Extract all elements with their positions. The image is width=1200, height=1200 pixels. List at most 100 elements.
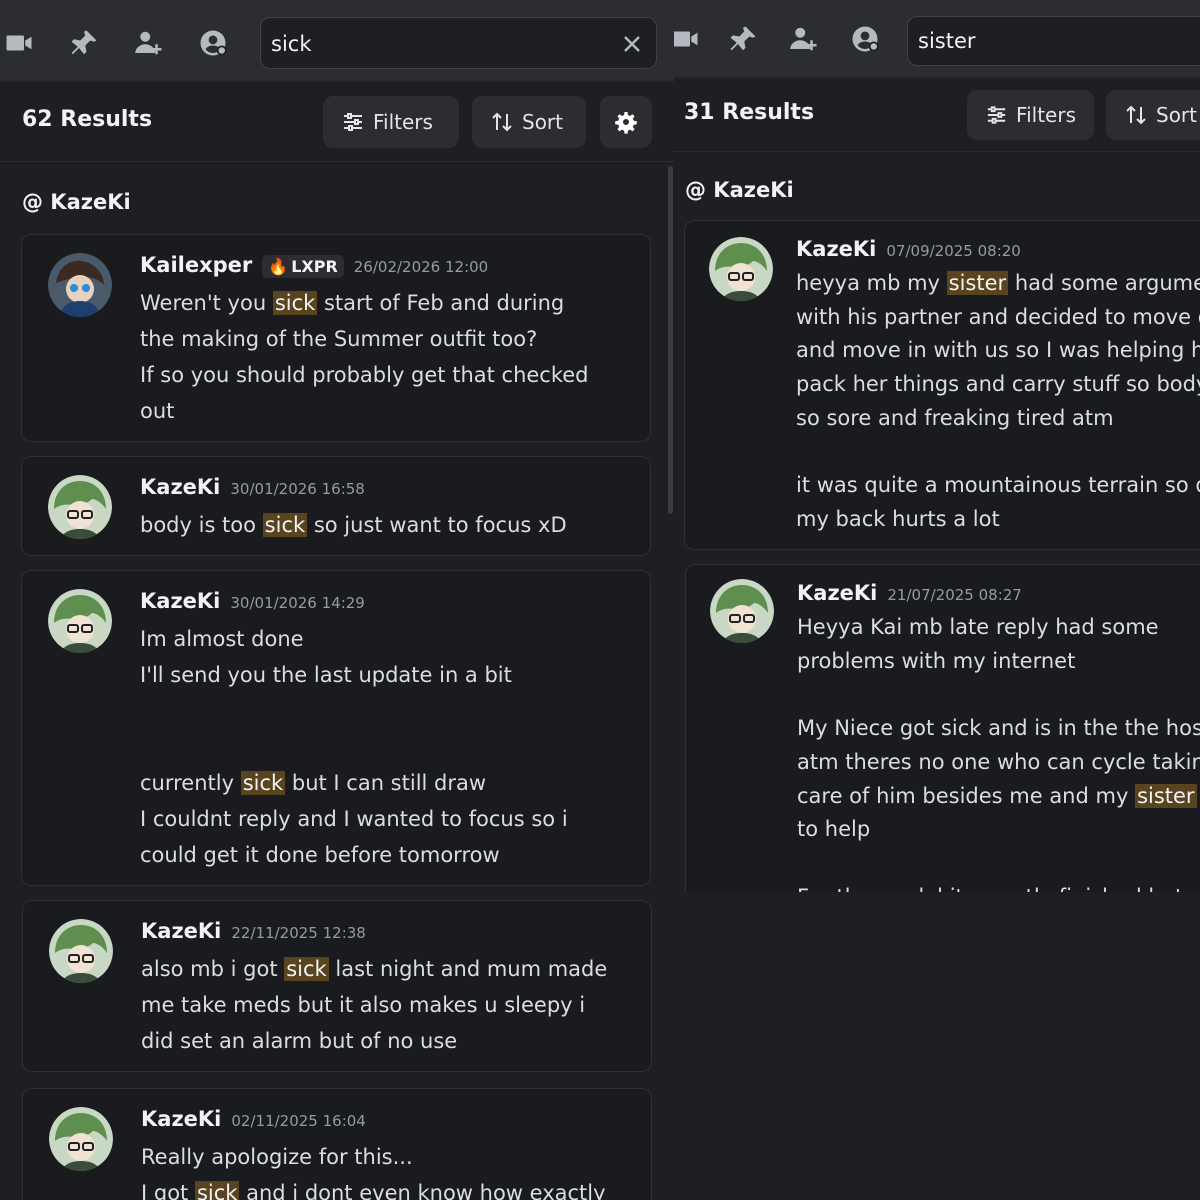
text-line: Weren't you sick start of Feb and during bbox=[140, 285, 589, 321]
text: last night and mum made bbox=[328, 957, 608, 981]
text: had some argument bbox=[1014, 271, 1200, 295]
text-line: currently sick but I can still draw bbox=[140, 765, 568, 801]
scrollbar[interactable] bbox=[668, 166, 673, 514]
text-line: so sore and freaking tired atm bbox=[796, 405, 1114, 430]
avatar[interactable] bbox=[48, 475, 112, 539]
message-card[interactable]: KazeKi 07/09/2025 08:20 heyya mb my sist… bbox=[684, 220, 1200, 550]
pin-icon[interactable] bbox=[67, 26, 101, 60]
results-bar: 62 Results Filters Sort bbox=[0, 82, 674, 162]
timestamp: 21/07/2025 08:27 bbox=[887, 586, 1022, 604]
search-pane-right: 31 Results Filters Sort @ KazeKi KazeKi … bbox=[674, 0, 1200, 892]
text-line: I'll send you the last update in a bit bbox=[140, 663, 512, 687]
message-text: heyya mb my sister had some argument wit… bbox=[796, 267, 1200, 537]
text-line bbox=[140, 729, 568, 765]
avatar[interactable] bbox=[710, 579, 774, 643]
settings-button[interactable] bbox=[600, 96, 652, 148]
text: heyya mb my bbox=[796, 271, 947, 295]
text: currently bbox=[140, 771, 241, 795]
search-box[interactable] bbox=[260, 17, 657, 69]
filters-label: Filters bbox=[1016, 103, 1076, 127]
sort-label: Sort bbox=[522, 110, 563, 134]
text-line bbox=[140, 693, 568, 729]
toolbar bbox=[674, 0, 1200, 78]
avatar[interactable] bbox=[709, 237, 773, 301]
message-card[interactable]: KazeKi 21/07/2025 08:27 Heyya Kai mb lat… bbox=[685, 564, 1200, 892]
message-text: body is too sick so just want to focus x… bbox=[140, 507, 567, 543]
search-highlight: sick bbox=[272, 291, 318, 315]
tag-label: LXPR bbox=[291, 257, 338, 276]
author-name[interactable]: KazeKi bbox=[796, 237, 876, 261]
text-line: to help bbox=[797, 817, 871, 842]
author-name[interactable]: Kailexper bbox=[140, 253, 252, 277]
sort-button[interactable]: Sort bbox=[1106, 90, 1200, 140]
text-line: Im almost done bbox=[140, 627, 304, 651]
message-text: Really apologize for this... I got sick … bbox=[141, 1139, 606, 1200]
text-line bbox=[796, 436, 1200, 470]
clear-icon[interactable] bbox=[620, 32, 644, 56]
message-card[interactable]: Kailexper 🔥 LXPR 26/02/2026 12:00 Weren't… bbox=[21, 234, 651, 442]
avatar[interactable] bbox=[48, 253, 112, 317]
empty-area bbox=[674, 892, 1200, 1200]
message-card[interactable]: KazeKi 30/01/2026 16:58 body is too sick… bbox=[21, 456, 651, 556]
filters-button[interactable]: Filters bbox=[323, 96, 459, 148]
search-box[interactable] bbox=[907, 16, 1200, 66]
text: also mb i got bbox=[141, 957, 285, 981]
video-icon[interactable] bbox=[674, 22, 702, 56]
author-name[interactable]: KazeKi bbox=[140, 475, 220, 499]
timestamp: 02/11/2025 16:04 bbox=[231, 1112, 366, 1130]
add-friend-icon[interactable] bbox=[132, 26, 166, 60]
text-line: me take meds but it also makes u sleepy … bbox=[141, 993, 586, 1017]
author-name[interactable]: KazeKi bbox=[140, 589, 220, 613]
avatar[interactable] bbox=[49, 919, 113, 983]
message-card[interactable]: KazeKi 30/01/2026 14:29 Im almost done I… bbox=[21, 570, 651, 886]
flame-icon: 🔥 bbox=[268, 257, 289, 276]
text-line: If so you should probably get that check… bbox=[140, 363, 589, 387]
text-line: problems with my internet bbox=[797, 648, 1076, 673]
text-line: did set an alarm but of no use bbox=[141, 1029, 458, 1053]
author-name[interactable]: KazeKi bbox=[141, 919, 221, 943]
text-line: could get it done before tomorrow bbox=[140, 843, 500, 867]
text-line: heyya mb my sister had some argument bbox=[796, 267, 1200, 301]
text: care of him besides me and my bbox=[797, 783, 1136, 808]
avatar[interactable] bbox=[48, 589, 112, 653]
results-count: 31 Results bbox=[684, 100, 815, 125]
search-input[interactable] bbox=[918, 27, 1200, 55]
text-line: body is too sick so just want to focus x… bbox=[140, 507, 567, 543]
profile-icon[interactable] bbox=[848, 22, 882, 56]
search-highlight: sick bbox=[240, 771, 286, 795]
profile-icon[interactable] bbox=[196, 26, 230, 60]
user-tag: 🔥 LXPR bbox=[262, 255, 344, 278]
sort-label: Sort bbox=[1156, 103, 1197, 127]
text-line bbox=[797, 847, 1200, 881]
avatar[interactable] bbox=[49, 1107, 113, 1171]
message-card[interactable]: KazeKi 02/11/2025 16:04 Really apologize… bbox=[22, 1088, 652, 1200]
timestamp: 07/09/2025 08:20 bbox=[886, 242, 1021, 260]
search-input[interactable] bbox=[271, 30, 601, 58]
message-text: Heyya Kai mb late reply had some problem… bbox=[797, 611, 1200, 892]
results-count: 62 Results bbox=[22, 107, 153, 132]
video-icon[interactable] bbox=[2, 26, 36, 60]
text: I got bbox=[141, 1181, 195, 1200]
author-name[interactable]: KazeKi bbox=[797, 581, 877, 605]
text-line: my back hurts a lot bbox=[796, 506, 1000, 531]
text-line: Heyya Kai mb late reply had some bbox=[797, 615, 1159, 639]
message-card[interactable]: KazeKi 22/11/2025 12:38 also mb i got si… bbox=[22, 900, 652, 1072]
author-name[interactable]: KazeKi bbox=[141, 1107, 221, 1131]
add-friend-icon[interactable] bbox=[787, 22, 821, 56]
toolbar bbox=[0, 0, 674, 82]
text-line: I got sick and i dont even know how exac… bbox=[141, 1175, 606, 1200]
text-line: care of him besides me and my sister I l bbox=[797, 780, 1200, 814]
text-line: with his partner and decided to move o bbox=[796, 304, 1200, 329]
search-highlight: sister bbox=[946, 271, 1009, 295]
text-line: I couldnt reply and I wanted to focus so… bbox=[140, 807, 568, 831]
sort-icon bbox=[1126, 105, 1146, 125]
pin-icon[interactable] bbox=[726, 22, 760, 56]
timestamp: 30/01/2026 16:58 bbox=[230, 480, 365, 498]
sort-button[interactable]: Sort bbox=[472, 96, 586, 148]
message-text: Im almost done I'll send you the last up… bbox=[140, 621, 568, 873]
filters-button[interactable]: Filters bbox=[967, 90, 1094, 140]
text-line: For the model its mostly finished but bbox=[797, 881, 1200, 892]
text: start of Feb and during bbox=[317, 291, 565, 315]
message-text: also mb i got sick last night and mum ma… bbox=[141, 951, 607, 1059]
message-header: KazeKi 07/09/2025 08:20 bbox=[796, 237, 1021, 261]
